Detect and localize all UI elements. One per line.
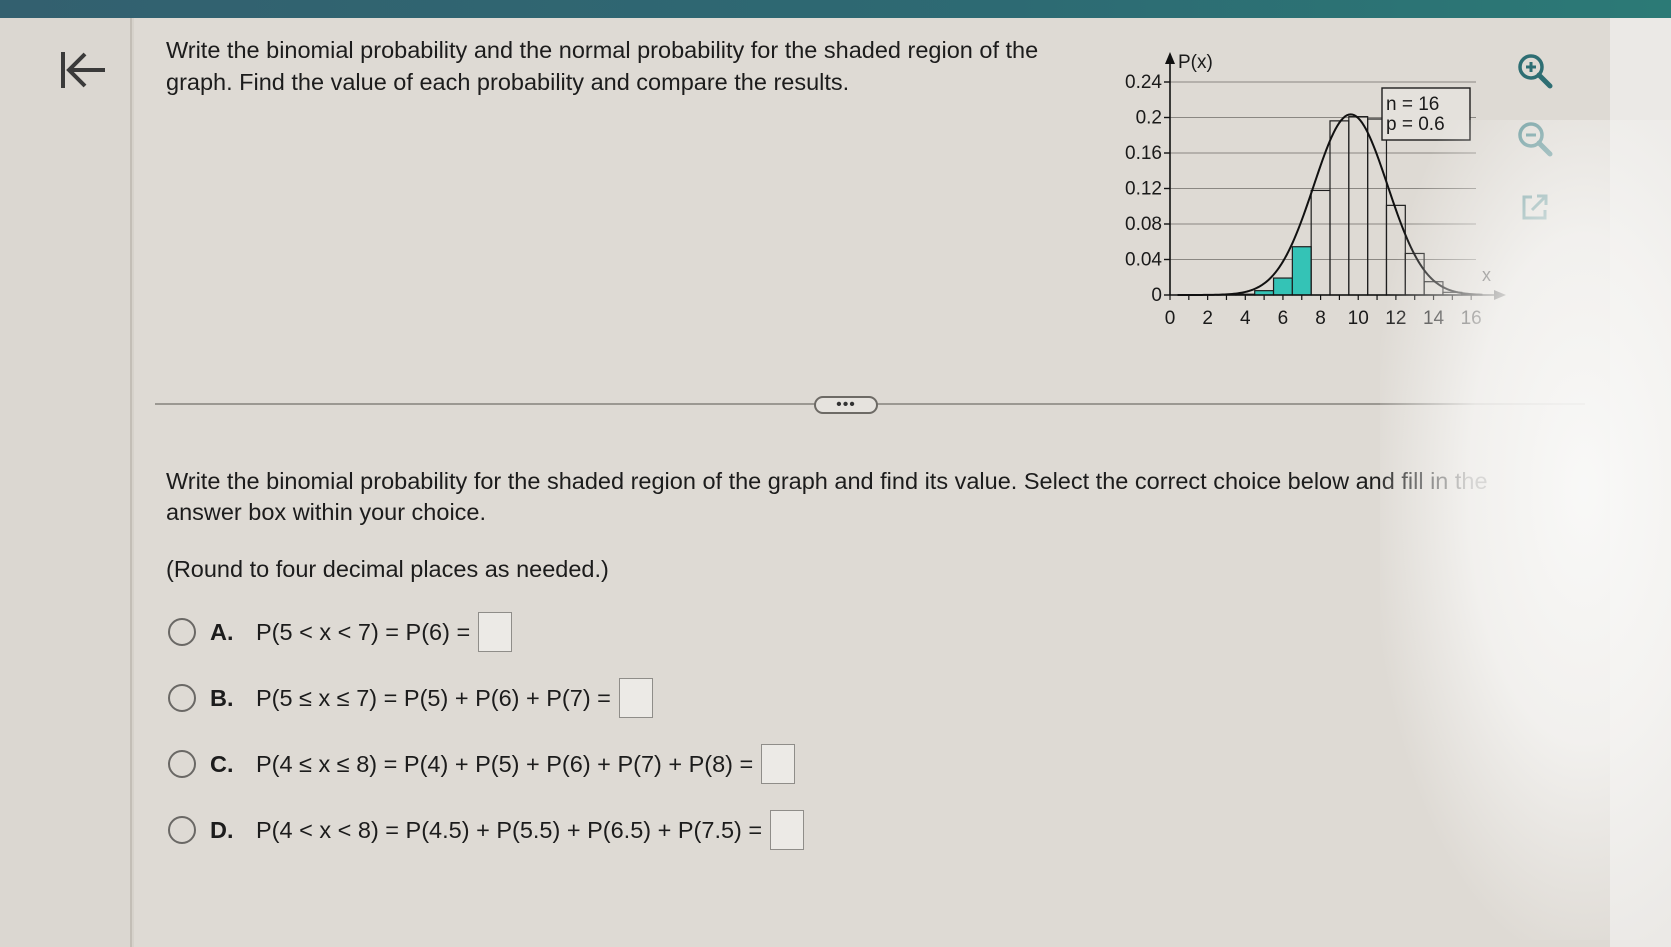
round-note: (Round to four decimal places as needed.… xyxy=(166,556,609,582)
y-tick-label: 0 xyxy=(1151,285,1162,306)
x-tick-label: 10 xyxy=(1348,308,1369,329)
bar xyxy=(1291,246,1312,296)
choice-expression: P(5 ≤ x ≤ 7) = P(5) + P(6) + P(7) = xyxy=(256,684,611,711)
x-tick-label: 14 xyxy=(1423,308,1445,329)
radio-c[interactable] xyxy=(168,750,196,778)
x-tick-label: 12 xyxy=(1385,308,1406,329)
legend-entry: n = 16 xyxy=(1386,94,1439,115)
choice-b[interactable]: B. P(5 ≤ x ≤ 7) = P(5) + P(6) + P(7) = xyxy=(168,678,653,718)
zoom-out-button[interactable] xyxy=(1512,116,1558,162)
question-text: Write the binomial probability and the n… xyxy=(166,37,1039,95)
answer-box-c[interactable] xyxy=(761,744,796,784)
zoom-in-button[interactable] xyxy=(1512,48,1558,94)
choice-d[interactable]: D. P(4 < x < 8) = P(4.5) + P(5.5) + P(6.… xyxy=(168,810,805,850)
popout-button[interactable] xyxy=(1512,184,1558,230)
bar xyxy=(1367,118,1388,296)
x-tick-label: 0 xyxy=(1165,308,1176,329)
x-axis-arrow xyxy=(1494,290,1506,300)
back-to-start-icon xyxy=(61,52,105,88)
bar xyxy=(1348,116,1369,296)
choice-c[interactable]: C. P(4 ≤ x ≤ 8) = P(4) + P(5) + P(6) + P… xyxy=(168,744,796,784)
answer-box-d[interactable] xyxy=(770,810,805,850)
x-axis-label: x xyxy=(1482,265,1491,285)
popout-icon xyxy=(1522,194,1548,220)
radio-b[interactable] xyxy=(168,684,196,712)
choice-letter: C. xyxy=(210,750,234,777)
bar xyxy=(1272,277,1293,296)
zoom-in-icon xyxy=(1518,54,1553,89)
choice-expression: P(4 ≤ x ≤ 8) = P(4) + P(5) + P(6) + P(7)… xyxy=(256,750,754,777)
bar xyxy=(1310,189,1331,296)
zoom-out-icon xyxy=(1518,122,1553,157)
answer-box-b[interactable] xyxy=(618,678,653,718)
more-dots-icon: ••• xyxy=(836,396,856,413)
choice-a[interactable]: A. P(5 < x < 7) = P(6) = xyxy=(168,612,513,652)
x-tick-label: 4 xyxy=(1240,308,1251,329)
left-rail xyxy=(0,18,132,947)
y-axis-arrow xyxy=(1165,52,1175,64)
y-tick-label: 0.04 xyxy=(1125,250,1162,271)
top-banner xyxy=(0,0,1671,18)
x-tick-label: 8 xyxy=(1315,308,1326,329)
y-tick-label: 0.2 xyxy=(1136,108,1162,129)
x-tick-label: 2 xyxy=(1202,308,1213,329)
choice-expression: P(5 < x < 7) = P(6) = xyxy=(256,618,471,645)
y-tick-label: 0.24 xyxy=(1125,72,1162,93)
binomial-chart-svg: 0 0.04 0.08 0.12 0.16 0.2 0.24 0 2 4 6 8 10 12 14 16 P(x… xyxy=(1125,52,1506,329)
binomial-chart: 0 0.04 0.08 0.12 0.16 0.2 0.24 0 2 4 6 8 10 12 14 16 P(x… xyxy=(1090,40,1510,360)
choice-letter: D. xyxy=(210,816,234,843)
bar xyxy=(1423,281,1444,296)
y-axis-label: P(x) xyxy=(1178,52,1213,73)
expand-toggle[interactable]: ••• xyxy=(814,396,878,414)
y-tick-label: 0.16 xyxy=(1125,143,1162,164)
choice-expression: P(4 < x < 8) = P(4.5) + P(5.5) + P(6.5) … xyxy=(256,816,763,843)
prompt-text: Write the binomial probability for the s… xyxy=(166,468,1488,525)
answer-box-a[interactable] xyxy=(478,612,513,652)
bar xyxy=(1329,120,1350,296)
choice-letter: A. xyxy=(210,618,234,645)
radio-d[interactable] xyxy=(168,816,196,844)
y-tick-label: 0.12 xyxy=(1125,179,1162,200)
y-tick-label: 0.08 xyxy=(1125,214,1162,235)
x-tick-label: 6 xyxy=(1278,308,1289,329)
right-scroll-strip xyxy=(1610,18,1671,947)
x-tick-label: 16 xyxy=(1461,308,1482,329)
bar xyxy=(1385,204,1406,296)
legend-entry: p = 0.6 xyxy=(1386,114,1445,135)
back-to-start-button[interactable] xyxy=(52,44,114,96)
choice-letter: B. xyxy=(210,684,234,711)
radio-a[interactable] xyxy=(168,618,196,646)
